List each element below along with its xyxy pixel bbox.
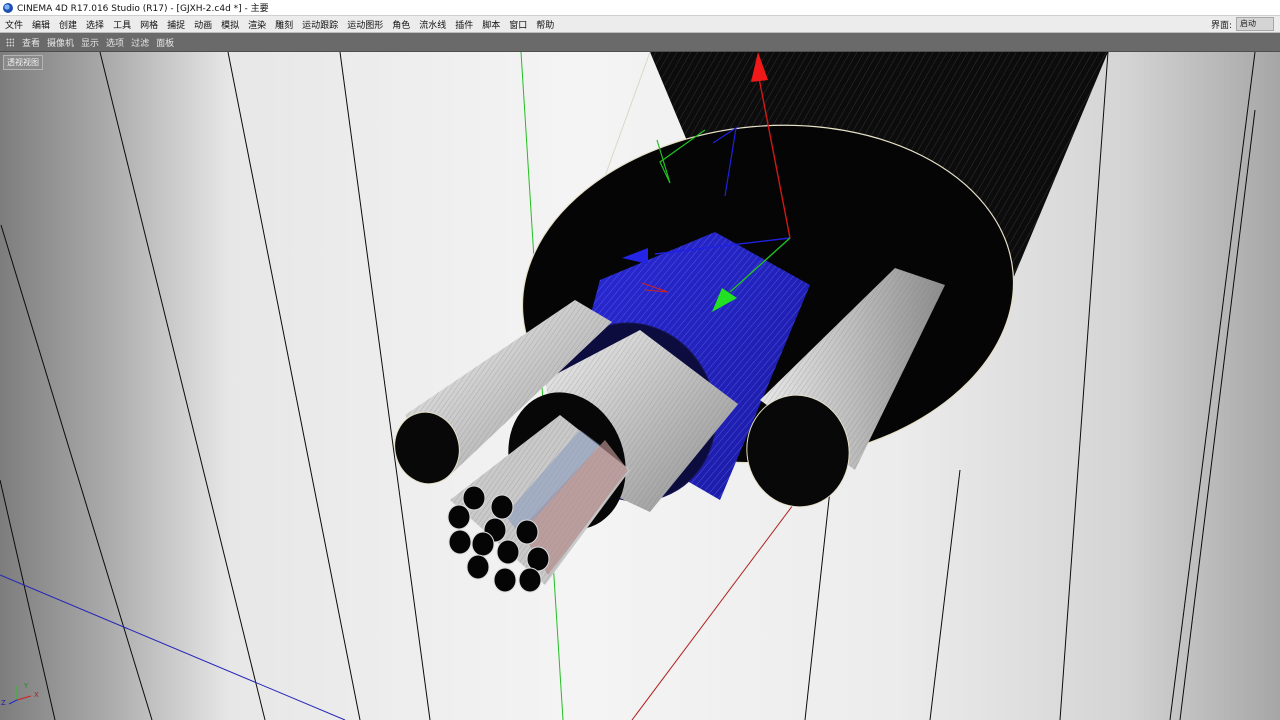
menu-mograph[interactable]: 运动图形 — [342, 18, 387, 31]
menu-animate[interactable]: 动画 — [189, 18, 216, 31]
menu-select[interactable]: 选择 — [81, 18, 108, 31]
menu-edit[interactable]: 编辑 — [27, 18, 54, 31]
viewport-menu-view[interactable]: 查看 — [19, 36, 44, 49]
viewport-menu-filter[interactable]: 过滤 — [128, 36, 153, 49]
scene-canvas[interactable]: Y X Z — [0, 52, 1280, 720]
cinema4d-app-icon — [3, 2, 13, 13]
menu-script[interactable]: 脚本 — [477, 18, 504, 31]
viewport-label: 透视视图 — [3, 55, 43, 70]
layout-dropdown[interactable]: 启动 — [1236, 17, 1274, 31]
menu-simulate[interactable]: 模拟 — [216, 18, 243, 31]
viewport-menu-bar: 查看 摄像机 显示 选项 过滤 面板 — [0, 33, 1280, 52]
world-axis-x-line — [631, 504, 794, 720]
menu-help[interactable]: 帮助 — [531, 18, 558, 31]
menu-window[interactable]: 窗口 — [504, 18, 531, 31]
menu-tools[interactable]: 工具 — [108, 18, 135, 31]
axis-label-x: X — [34, 691, 39, 699]
menu-create[interactable]: 创建 — [54, 18, 81, 31]
layout-label: 界面: — [1210, 20, 1232, 31]
perspective-viewport[interactable]: Y X Z 透视视图 — [0, 52, 1280, 720]
layout-switcher: 界面: 启动 — [1211, 17, 1274, 31]
world-axis-z-line — [0, 574, 346, 720]
title-bar: CINEMA 4D R17.016 Studio (R17) - [GJXH-2… — [0, 0, 1280, 16]
axis-label-y: Y — [23, 682, 29, 690]
menu-character[interactable]: 角色 — [387, 18, 414, 31]
viewport-menu-grip-icon[interactable] — [6, 37, 14, 47]
axis-label-z: Z — [1, 699, 6, 707]
axis-gizmo-icon: Y X Z — [1, 682, 39, 707]
viewport-menu-options[interactable]: 选项 — [103, 36, 128, 49]
viewport-menu-panel[interactable]: 面板 — [153, 36, 178, 49]
menu-snap[interactable]: 捕捉 — [162, 18, 189, 31]
viewport-menu-camera[interactable]: 摄像机 — [44, 36, 78, 49]
menu-file[interactable]: 文件 — [0, 18, 27, 31]
menu-pipeline[interactable]: 流水线 — [414, 18, 450, 31]
menu-plugins[interactable]: 插件 — [450, 18, 477, 31]
menu-mesh[interactable]: 网格 — [135, 18, 162, 31]
viewport-menu-display[interactable]: 显示 — [78, 36, 103, 49]
menu-sculpt[interactable]: 雕刻 — [270, 18, 297, 31]
window-title: CINEMA 4D R17.016 Studio (R17) - [GJXH-2… — [17, 4, 269, 14]
menu-render[interactable]: 渲染 — [243, 18, 270, 31]
main-menu-bar: 文件 编辑 创建 选择 工具 网格 捕捉 动画 模拟 渲染 雕刻 运动跟踪 运动… — [0, 16, 1280, 33]
menu-motion-tracker[interactable]: 运动跟踪 — [297, 18, 342, 31]
